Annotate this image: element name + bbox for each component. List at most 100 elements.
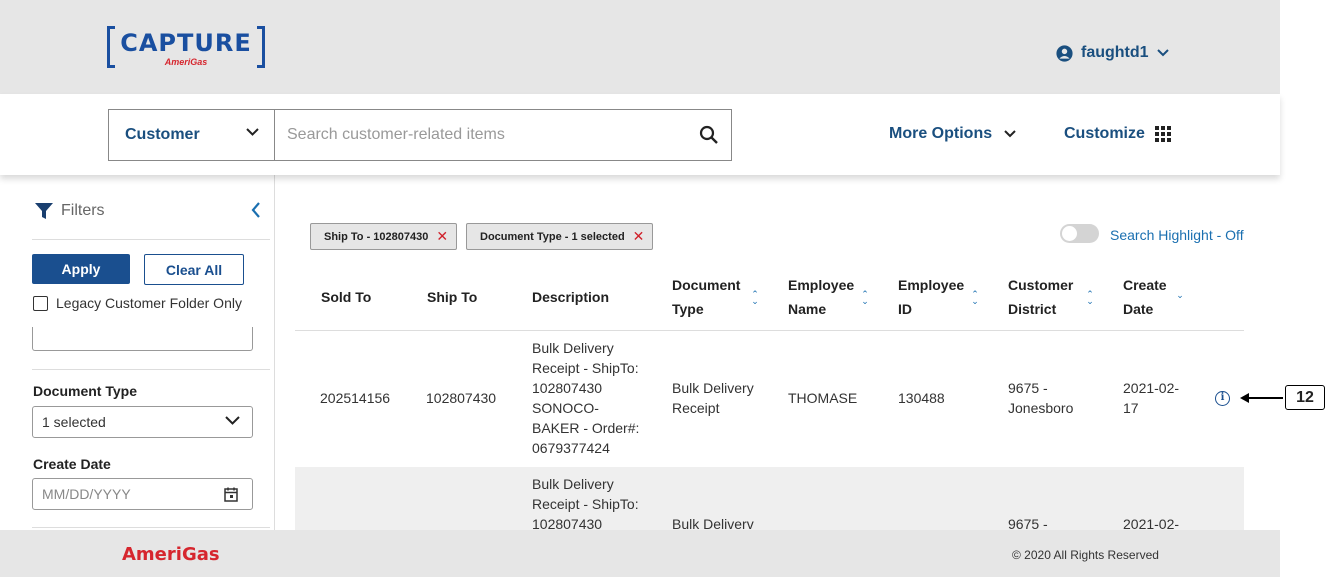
close-icon[interactable]: ✕ <box>633 228 645 245</box>
user-menu[interactable]: faughtd1 <box>1056 44 1169 62</box>
more-options-button[interactable]: More Options <box>889 125 1016 143</box>
divider <box>32 527 270 528</box>
header-line: ID <box>898 301 912 317</box>
cell-customer-district: 9675 - <box>1008 516 1048 530</box>
cell-line: Jonesboro <box>1008 400 1074 416</box>
copyright-text: © 2020 All Rights Reserved <box>1012 548 1159 562</box>
chip-label: Document Type - 1 selected <box>480 230 625 243</box>
cell-line: Bulk Delivery <box>672 380 754 396</box>
divider <box>32 239 270 240</box>
header-line: District <box>1008 301 1057 317</box>
cell-document-type: Bulk Deliverv <box>672 516 754 530</box>
create-date-field <box>32 478 253 510</box>
chevron-down-icon <box>1156 49 1169 57</box>
column-header-ship-to[interactable]: Ship To <box>427 285 477 309</box>
cell-employee-id: 130488 <box>898 390 945 406</box>
divider <box>32 369 270 370</box>
capture-logo[interactable]: CAPTURE AmeriGas <box>107 26 265 68</box>
app-root: CAPTURE AmeriGas faughtd1 Customer More … <box>0 0 1333 577</box>
cell-line: 102807430 <box>532 516 603 530</box>
sort-desc-icon[interactable]: ⌄ <box>1175 291 1185 300</box>
table-row[interactable]: Bulk Delivery Receipt - ShipTo: 10280743… <box>295 467 1244 530</box>
filter-chip-ship-to[interactable]: Ship To - 102807430 ✕ <box>310 223 458 250</box>
chip-label: Ship To - 102807430 <box>324 230 429 243</box>
logo-wordmark: CAPTURE <box>120 29 252 57</box>
sort-icon[interactable]: ⌃ ⌄ <box>860 290 870 306</box>
cell-line: Bulk Delivery <box>532 476 614 492</box>
chevron-down-icon <box>225 416 240 425</box>
filters-sidebar: Filters Apply Clear All Legacy Customer … <box>0 175 275 530</box>
create-date-input[interactable] <box>42 486 212 502</box>
column-header-sold-to[interactable]: Sold To <box>321 285 371 309</box>
app-footer: AmeriGas © 2020 All Rights Reserved <box>0 530 1280 577</box>
column-header-employee-name[interactable]: Employee Name <box>788 273 854 321</box>
search-field <box>274 109 732 161</box>
results-panel: Ship To - 102807430 ✕ Document Type - 1 … <box>275 175 1280 530</box>
cell-line: Bulk Delivery <box>532 340 614 356</box>
legacy-folder-label: Legacy Customer Folder Only <box>56 295 242 311</box>
collapse-sidebar-icon[interactable] <box>251 202 261 218</box>
cell-line: 102807430 <box>532 380 603 396</box>
user-circle-icon <box>1056 44 1073 62</box>
username: faughtd1 <box>1081 44 1149 61</box>
cell-document-type: Bulk Delivery Receipt <box>672 378 754 418</box>
cell-line: 2021-02- <box>1123 380 1180 396</box>
create-date-label: Create Date <box>33 456 111 472</box>
sort-icon[interactable]: ⌃ ⌄ <box>970 290 980 306</box>
clear-all-button[interactable]: Clear All <box>144 254 244 285</box>
filters-title: Filters <box>61 202 105 219</box>
cell-line: SONOCO- <box>532 400 599 416</box>
table-row[interactable]: 202514156 102807430 Bulk Delivery Receip… <box>295 331 1244 467</box>
apply-button[interactable]: Apply <box>32 254 130 284</box>
legacy-folder-checkbox[interactable]: Legacy Customer Folder Only <box>33 295 242 311</box>
close-icon[interactable]: ✕ <box>436 228 448 245</box>
chevron-down-icon <box>1004 130 1016 138</box>
header-line: Document <box>672 277 741 293</box>
cell-line: 17 <box>1123 400 1139 416</box>
search-icon[interactable] <box>699 125 719 145</box>
cell-sold-to: 202514156 <box>320 390 391 406</box>
search-highlight-toggle[interactable] <box>1060 224 1099 243</box>
search-input[interactable] <box>275 110 675 160</box>
document-type-value: 1 selected <box>42 414 106 430</box>
column-header-document-type[interactable]: Document Type <box>672 273 740 321</box>
cell-line: Receipt - ShipTo: <box>532 360 639 376</box>
header-line: Name <box>788 301 827 317</box>
info-icon[interactable]: i <box>1215 391 1230 406</box>
callout-badge: 12 <box>1285 385 1325 410</box>
cell-line: 9675 - <box>1008 380 1048 396</box>
column-header-description[interactable]: Description <box>532 285 609 309</box>
search-scope-value: Customer <box>125 126 200 143</box>
search-highlight-label: Search Highlight - Off <box>1110 227 1244 243</box>
calendar-icon[interactable] <box>224 487 238 502</box>
chevron-down-icon <box>246 128 259 136</box>
search-scope-select[interactable]: Customer <box>108 109 275 161</box>
cell-customer-district: 9675 - Jonesboro <box>1008 378 1073 418</box>
header-line: Employee <box>898 277 965 293</box>
cell-line: 0679377424 <box>532 440 610 456</box>
header-line: Date <box>1123 301 1154 317</box>
document-type-select[interactable]: 1 selected <box>32 406 253 438</box>
document-type-label: Document Type <box>33 383 137 399</box>
sort-icon[interactable]: ⌃ ⌄ <box>1085 290 1095 306</box>
cell-line: Receipt - ShipTo: <box>532 496 639 512</box>
cell-employee-name: THOMASE <box>788 390 858 406</box>
filters-header: Filters <box>35 202 105 220</box>
customize-label: Customize <box>1064 125 1145 142</box>
more-options-label: More Options <box>889 125 993 142</box>
column-header-employee-id[interactable]: Employee ID <box>898 273 964 321</box>
checkbox-box[interactable] <box>33 295 48 311</box>
cell-description: Bulk Delivery Receipt - ShipTo: 10280743… <box>532 338 639 458</box>
cell-ship-to: 102807430 <box>426 390 497 406</box>
toggle-knob <box>1062 226 1077 241</box>
column-header-create-date[interactable]: Create Date <box>1123 273 1167 321</box>
filter-input-partial[interactable] <box>32 327 253 351</box>
column-header-customer-district[interactable]: Customer District <box>1008 273 1073 321</box>
callout-arrow-head <box>1240 393 1249 403</box>
grid-icon <box>1154 126 1171 142</box>
filter-chip-document-type[interactable]: Document Type - 1 selected ✕ <box>466 223 654 250</box>
cell-line: Receipt <box>672 400 720 416</box>
sort-icon[interactable]: ⌃ ⌄ <box>750 290 760 306</box>
cell-create-date: 2021-02- 17 <box>1123 378 1179 418</box>
customize-button[interactable]: Customize <box>1064 125 1171 143</box>
